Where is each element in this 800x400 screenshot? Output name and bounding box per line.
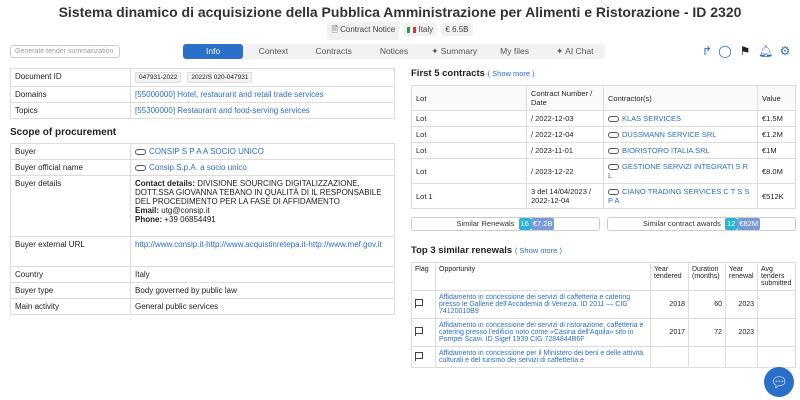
info-table: Document ID 047931-2022 2022/S 020-047931… [10, 68, 395, 119]
tab-summary[interactable]: ✦ Summary [424, 44, 484, 59]
notice-type-badge: 🗎 Contract Notice [327, 22, 400, 40]
chat-bubble-icon[interactable]: 💬︎ [764, 367, 794, 397]
table-row: Lot/ 2023-11-01 BIORISTORO ITALIA SRL €1… [411, 142, 796, 159]
settings-icon[interactable]: ⚙ [778, 44, 792, 58]
tab-context[interactable]: Context [243, 44, 303, 59]
contractor-link[interactable]: DUSSMANN SERVICE SRL [622, 130, 716, 139]
opportunity-link[interactable]: Affidamento in concessione per il Minist… [435, 346, 651, 368]
contractor-link[interactable]: GESTIONE SERVIZI INTEGRATI S R L [608, 162, 748, 180]
flag-icon[interactable] [415, 299, 423, 308]
buyer-icon [135, 148, 146, 155]
value-badge: € 6.5B [441, 23, 473, 36]
table-row: Lot/ 2022-12-04 DUSSMANN SERVICE SRL €1.… [411, 126, 796, 143]
comment-icon[interactable]: ◯ [718, 44, 732, 58]
table-row: Buyer CONSIP S P A A SOCIO UNICO [10, 143, 395, 160]
opportunity-link[interactable]: Affidamento in concessione dei servizi d… [435, 318, 651, 347]
table-row: Lot/ 2023-12-22 GESTIONE SERVIZI INTEGRA… [411, 158, 796, 184]
table-row: Topics [55300000] Restaurant and food-se… [10, 102, 395, 119]
buyer-details: Contact details: DIVISIONE SOURCING DIGI… [130, 175, 395, 237]
similar-awards-button[interactable]: Similar contract awards 12 €82M [607, 217, 796, 231]
country-badge: Italy [403, 23, 438, 36]
header: Sistema dinamico di acquisizione della P… [0, 0, 800, 68]
table-row: Buyer official name Consip S.p.A. a soci… [10, 159, 395, 176]
table-row: Buyer details Contact details: DIVISIONE… [10, 175, 395, 237]
flag-icon[interactable]: ⚑ [738, 44, 752, 58]
tab-ai-chat[interactable]: ✦ AI Chat [545, 44, 605, 59]
contractor-link[interactable]: BIORISTORO ITALIA SRL [622, 146, 710, 155]
domain-link[interactable]: [55000000] Hotel, restaurant and retail … [130, 86, 395, 103]
contractor-icon [608, 116, 619, 123]
contracts-table: Lot Contract Number / Date Contractor(s)… [411, 85, 796, 209]
contractor-icon [608, 148, 619, 155]
contractor-icon [608, 189, 619, 196]
action-icons: ↱ ◯ ⚑ 🔔︎ ⚙ [700, 44, 800, 60]
table-row: Affidamento in concessione dei servizi d… [411, 318, 796, 347]
flag-icon[interactable] [415, 327, 423, 336]
show-more-renewals-link[interactable]: ( Show more ) [515, 246, 562, 255]
similar-buttons: Similar Renewals 16 €7.2B Similar contrac… [411, 217, 796, 231]
table-row: Main activity General public services [10, 298, 395, 315]
document-id-badge: 047931-2022 [135, 72, 182, 83]
scope-table: Buyer CONSIP S P A A SOCIO UNICO Buyer o… [10, 143, 395, 315]
tab-bar: Info Context Contracts Notices ✦ Summary… [183, 44, 605, 59]
table-row: Document ID 047931-2022 2022/S 020-047931 [10, 68, 395, 87]
table-row: Affidamento in concessione dei servizi d… [411, 290, 796, 319]
table-row: Country Italy [10, 266, 395, 283]
contractor-icon [608, 164, 619, 171]
share-icon[interactable]: ↱ [700, 44, 714, 58]
bell-icon[interactable]: 🔔︎ [758, 44, 773, 58]
tender-meta: 🗎 Contract Notice Italy € 6.5B [0, 22, 800, 40]
show-more-contracts-link[interactable]: ( Show more ) [488, 69, 535, 78]
italy-flag-icon [407, 26, 417, 33]
page-title: Sistema dinamico di acquisizione della P… [58, 4, 742, 20]
buyer-official-link[interactable]: Consip S.p.A. a socio unico [149, 163, 247, 172]
generate-summary-button[interactable]: Generate tender summarization [10, 45, 120, 58]
table-row: Domains [55000000] Hotel, restaurant and… [10, 86, 395, 103]
renewals-heading: Top 3 similar renewals ( Show more ) [411, 245, 562, 256]
buyer-link[interactable]: CONSIP S P A A SOCIO UNICO [149, 147, 264, 156]
table-row: Buyer type Body governed by public law [10, 282, 395, 299]
buyer-icon [135, 164, 146, 171]
contracts-panel: First 5 contracts ( Show more ) Lot Cont… [411, 68, 796, 368]
contractor-icon [608, 132, 619, 139]
buyer-url-link[interactable]: http://www.consip.it-http://www.acquisti… [130, 236, 395, 267]
table-row: Buyer external URL http://www.consip.it-… [10, 236, 395, 267]
renewals-table: Flag Opportunity Year tendered Duration … [411, 262, 796, 368]
contractor-link[interactable]: CIANO TRADING SERVICES C T S S P A [608, 187, 749, 205]
topic-link[interactable]: [55300000] Restaurant and food-serving s… [130, 102, 395, 119]
scope-heading: Scope of procurement [10, 127, 117, 138]
document-id-badge: 2022/S 020-047931 [187, 72, 253, 83]
tab-notices[interactable]: Notices [364, 44, 424, 59]
table-row: Lot/ 2022-12-03 KLAS SERVICES €1.5M [411, 110, 796, 127]
tab-my-files[interactable]: My files [484, 44, 544, 59]
info-panel: Document ID 047931-2022 2022/S 020-047931… [10, 68, 395, 315]
similar-renewals-button[interactable]: Similar Renewals 16 €7.2B [411, 217, 600, 231]
flag-icon[interactable] [415, 351, 423, 361]
contractor-link[interactable]: KLAS SERVICES [622, 114, 681, 123]
table-row: Lot 13 del 14/04/2023 / 2022-12-04 CIANO… [411, 183, 796, 209]
tab-info[interactable]: Info [183, 44, 244, 59]
table-row: Affidamento in concessione per il Minist… [411, 346, 796, 368]
opportunity-link[interactable]: Affidamento in concessione dei servizi d… [435, 290, 651, 319]
tab-contracts[interactable]: Contracts [304, 44, 364, 59]
contracts-heading: First 5 contracts ( Show more ) [411, 68, 535, 79]
